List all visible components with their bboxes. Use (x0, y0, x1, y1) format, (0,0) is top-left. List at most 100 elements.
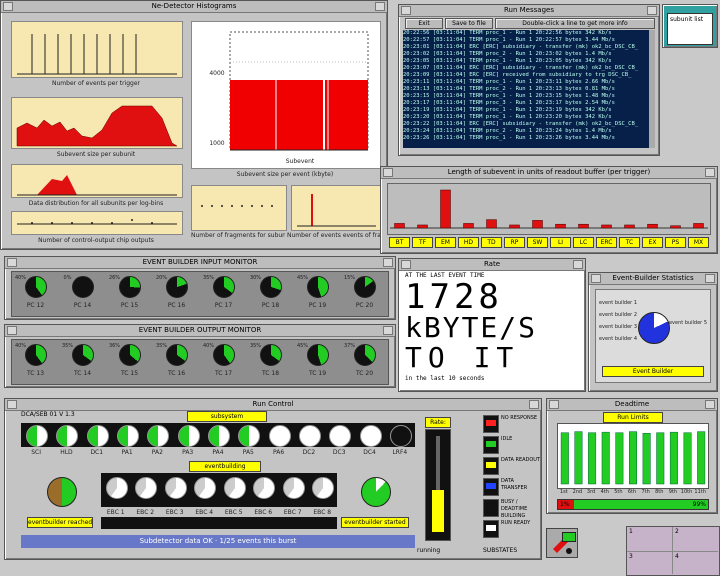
subsystem-node[interactable] (298, 425, 321, 447)
deadtime-titlebar[interactable]: Deadtime (547, 399, 717, 411)
subsystem-node[interactable] (117, 425, 140, 447)
log-line[interactable]: 20:22:57 [03:11:04] TERM proc_1 - Run 1 … (403, 37, 649, 44)
log-line[interactable]: 20:23:02 [03:11:04] TERM proc_2 - Run 1 … (403, 51, 649, 58)
messages-titlebar[interactable]: Run Messages (399, 5, 659, 17)
monitor-label: PC 14 (73, 302, 92, 309)
deadtime-plot-area (557, 423, 709, 489)
monitor-pie[interactable] (259, 344, 282, 366)
ebc-node[interactable] (253, 477, 276, 499)
log-line[interactable]: 20:23:13 [03:11:04] TERM proc_2 - Run 1 … (403, 86, 649, 93)
subsystem-node[interactable] (238, 425, 261, 447)
subsystem-node[interactable] (389, 425, 412, 447)
monitor-pie[interactable] (165, 344, 188, 366)
monitor-pie[interactable] (165, 276, 188, 298)
minimize-icon[interactable] (375, 2, 385, 11)
monitor-pie[interactable] (118, 276, 141, 298)
grid-panel[interactable]: 1 2 3 4 (626, 526, 720, 576)
monitor-pie[interactable] (353, 276, 376, 298)
ebc-label: EBC 6 (254, 509, 273, 516)
legend-color (486, 525, 496, 531)
monitor-pie[interactable] (212, 344, 235, 366)
histograms-title: Ne-Detector Histograms (151, 2, 237, 10)
log-line[interactable]: 20:23:26 [03:11:04] TERM proc_1 - Run 1 … (403, 135, 649, 142)
rate-gauge (425, 429, 451, 541)
subsystem-node[interactable] (177, 425, 200, 447)
log-line[interactable]: 20:22:56 [03:11:04] TERM proc_1 - Run 1 … (403, 30, 649, 37)
subsystem-node[interactable] (56, 425, 79, 447)
mini-panel-body[interactable]: subunit list (667, 13, 713, 45)
log-line[interactable]: 20:23:22 [03:11:04] ERC [ERC] subsidiary… (403, 121, 649, 128)
ebc-node[interactable] (282, 477, 305, 499)
log-line[interactable]: 20:23:05 [03:11:04] TERM proc_1 - Run 1 … (403, 58, 649, 65)
fragments-svg (201, 205, 273, 207)
monitor-pie[interactable] (259, 276, 282, 298)
save-file-button[interactable]: Save to file (445, 18, 493, 29)
log-line[interactable]: 20:23:15 [03:11:04] TERM proc_1 - Run 1 … (403, 93, 649, 100)
window-menu-icon[interactable] (7, 326, 17, 335)
trigger-titlebar[interactable]: Length of subevent in units of readout b… (381, 167, 717, 179)
monitor-pie[interactable] (306, 276, 329, 298)
log-line[interactable]: 20:23:11 [03:11:04] TERM proc_1 - Run 1 … (403, 79, 649, 86)
subsystem-node[interactable] (208, 425, 230, 447)
run-control-titlebar[interactable]: Run Control (5, 399, 541, 411)
log-line[interactable]: 20:23:01 [03:11:04] ERC [ERC] subsidiary… (403, 44, 649, 51)
window-menu-icon[interactable] (549, 400, 559, 409)
log-bins-plot (11, 164, 183, 198)
monitor-pie[interactable] (353, 344, 376, 366)
exit-button[interactable]: Exit (405, 18, 443, 29)
eb-stats-titlebar[interactable]: Event-Builder Statistics (589, 273, 717, 285)
log-line[interactable]: 20:23:07 [03:11:04] ERC [ERC] subsidiary… (403, 65, 649, 72)
window-menu-icon[interactable] (401, 260, 411, 269)
messages-log[interactable]: 20:22:56 [03:11:04] TERM proc_1 - Run 1 … (403, 30, 649, 148)
subsystem-node[interactable] (329, 425, 352, 447)
subsystem-node[interactable] (86, 425, 109, 447)
log-line[interactable]: 20:23:09 [03:11:04] ERC [ERC] received f… (403, 72, 649, 79)
window-menu-icon[interactable] (591, 274, 601, 283)
monitor-pct: 35% (61, 343, 74, 349)
minimize-icon[interactable] (383, 258, 393, 267)
window-menu-icon[interactable] (7, 258, 17, 267)
subsystem-node[interactable] (268, 425, 291, 447)
input-monitor-titlebar[interactable]: EVENT BUILDER INPUT MONITOR (5, 257, 395, 269)
monitor-pie[interactable] (118, 344, 141, 366)
messages-scrollbar[interactable] (649, 30, 655, 148)
trigger-bar (440, 189, 451, 229)
ebc-node[interactable] (223, 477, 246, 499)
log-line[interactable]: 20:23:24 [03:11:04] TERM proc_2 - Run 1 … (403, 128, 649, 135)
monitor-pct: 35% (155, 343, 168, 349)
window-menu-icon[interactable] (3, 2, 13, 11)
minimize-icon[interactable] (529, 400, 539, 409)
output-monitor-titlebar[interactable]: EVENT BUILDER OUTPUT MONITOR (5, 325, 395, 337)
ebc-node[interactable] (105, 477, 128, 499)
histograms-titlebar[interactable]: Ne-Detector Histograms (1, 1, 387, 13)
log-line[interactable]: 20:23:20 [03:11:04] TERM proc_1 - Run 1 … (403, 114, 649, 121)
log-line[interactable]: 20:23:19 [03:11:04] TERM proc_1 - Run 1 … (403, 107, 649, 114)
subsystem-node[interactable] (26, 425, 49, 447)
log-line[interactable]: 20:23:17 [03:11:04] TERM proc_3 - Run 1 … (403, 100, 649, 107)
monitor-pie[interactable] (212, 276, 235, 298)
ebc-node[interactable] (164, 477, 187, 499)
rate-titlebar[interactable]: Rate (399, 259, 585, 271)
minimize-icon[interactable] (705, 274, 715, 283)
minimize-icon[interactable] (573, 260, 583, 269)
minimize-icon[interactable] (383, 326, 393, 335)
ebc-node[interactable] (194, 477, 217, 499)
monitor-pie[interactable] (24, 276, 47, 298)
monitor-pie[interactable] (24, 344, 47, 366)
ebc-nodes-row (101, 473, 337, 507)
ebc-node[interactable] (135, 477, 158, 499)
window-menu-icon[interactable] (7, 400, 17, 409)
monitor-pie[interactable] (306, 344, 329, 366)
minimize-icon[interactable] (647, 6, 657, 15)
subsystem-node[interactable] (359, 425, 382, 447)
subsystem-node[interactable] (147, 425, 170, 447)
minimize-icon[interactable] (705, 168, 715, 177)
window-menu-icon[interactable] (383, 168, 393, 177)
minimize-icon[interactable] (705, 400, 715, 409)
deadtime-label: 8th (655, 489, 664, 495)
monitor-pie[interactable] (71, 276, 94, 298)
monitor-pie[interactable] (71, 344, 94, 366)
eb-label: event builder 4 (598, 336, 638, 342)
ebc-node[interactable] (312, 477, 335, 499)
window-menu-icon[interactable] (401, 6, 411, 15)
